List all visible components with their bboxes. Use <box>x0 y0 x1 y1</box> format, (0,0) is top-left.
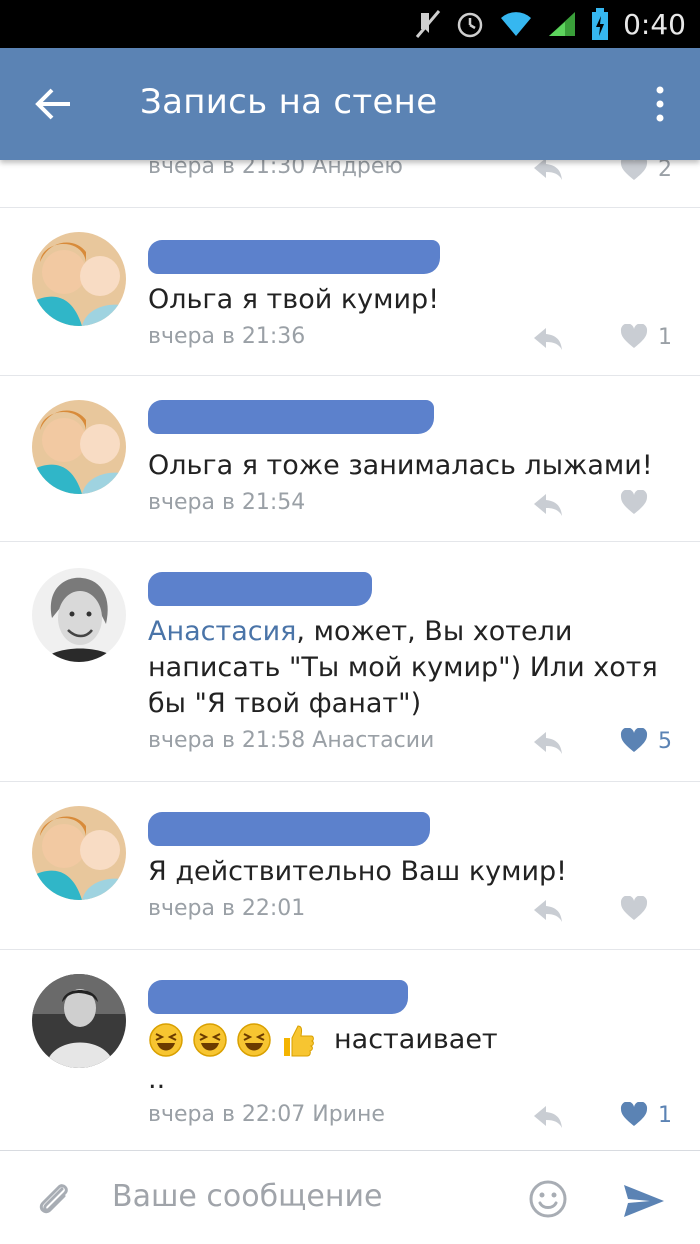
emoji-picker-icon[interactable] <box>528 1179 568 1219</box>
wifi-icon <box>501 12 532 36</box>
battery-icon <box>592 8 609 40</box>
comment-text: Ольга я твой кумир! <box>148 284 440 315</box>
emoji-row: настаивает <box>148 1022 498 1058</box>
reply-icon[interactable] <box>532 730 564 756</box>
thumbs-up-icon <box>284 1025 314 1057</box>
heart-icon <box>620 490 648 514</box>
status-icons: 0:40 <box>415 6 686 42</box>
comment-text-part: , может, Вы хотели <box>296 616 573 647</box>
list-item: Ольга я тоже занималась лыжами! вчера в … <box>0 376 700 542</box>
like-button[interactable]: 1 <box>620 322 672 352</box>
laughing-emoji-icon <box>237 1023 271 1057</box>
comment-meta: вчера в 21:54 <box>148 490 306 515</box>
heart-icon <box>620 728 648 752</box>
like-count: 5 <box>658 728 672 754</box>
avatar[interactable] <box>32 974 126 1068</box>
laughing-emoji-icon <box>149 1023 183 1057</box>
list-item: Я действительно Ваш кумир! вчера в 22:01 <box>0 782 700 950</box>
reply-icon[interactable] <box>532 898 564 924</box>
comment-text-part: написать "Ты мой кумир") Или хотя <box>148 652 658 683</box>
more-options-icon[interactable] <box>650 84 670 124</box>
mention-link[interactable]: Анастасия <box>148 616 296 647</box>
avatar[interactable] <box>32 232 126 326</box>
send-icon[interactable] <box>622 1181 666 1221</box>
like-count: 1 <box>658 1102 672 1128</box>
author-name-redacted[interactable] <box>148 400 434 434</box>
like-button[interactable] <box>620 488 658 518</box>
list-item: настаивает .. вчера в 22:07 Ирине 1 <box>0 950 700 1150</box>
like-button[interactable] <box>620 894 658 924</box>
comment-meta: вчера в 21:58 Анастасии <box>148 728 435 753</box>
heart-icon <box>620 896 648 920</box>
comment-text: настаивает <box>334 1024 498 1055</box>
comment-meta: вчера в 22:01 <box>148 896 306 921</box>
paperclip-icon[interactable] <box>34 1179 74 1219</box>
message-composer: Ваше сообщение <box>0 1150 700 1244</box>
comment-text-part: бы "Я твой фанат") <box>148 688 422 719</box>
like-button[interactable]: 1 <box>620 1100 672 1130</box>
comment-text: Ольга я тоже занималась лыжами! <box>148 450 653 481</box>
heart-icon <box>620 1102 648 1126</box>
signal-icon <box>549 12 576 36</box>
author-name-redacted[interactable] <box>148 980 408 1014</box>
page-title: Запись на стене <box>140 82 438 122</box>
reply-icon[interactable] <box>532 326 564 352</box>
back-arrow-icon[interactable] <box>32 82 76 126</box>
list-item: Ольга я твой кумир! вчера в 21:36 1 <box>0 208 700 376</box>
like-count: 2 <box>658 156 672 182</box>
alarm-icon <box>457 12 483 38</box>
laughing-emoji-icon <box>193 1023 227 1057</box>
avatar[interactable] <box>32 568 126 662</box>
reply-icon[interactable] <box>532 1104 564 1130</box>
comment-text: Я действительно Ваш кумир! <box>148 856 567 887</box>
avatar[interactable] <box>32 806 126 900</box>
heart-icon <box>620 324 648 348</box>
avatar[interactable] <box>32 400 126 494</box>
message-input[interactable]: Ваше сообщение <box>112 1179 382 1214</box>
clock: 0:40 <box>623 7 686 41</box>
mute-icon <box>415 10 441 38</box>
app-header: Запись на стене <box>0 48 700 160</box>
reply-icon[interactable] <box>532 492 564 518</box>
comment-meta: вчера в 21:36 <box>148 324 306 349</box>
comment-meta: вчера в 22:07 Ирине <box>148 1102 385 1127</box>
comment-text: Анастасия, может, Вы хотели написать "Ты… <box>148 614 678 722</box>
author-name-redacted[interactable] <box>148 240 440 274</box>
author-name-redacted[interactable] <box>148 812 430 846</box>
list-item: Анастасия, может, Вы хотели написать "Ты… <box>0 542 700 782</box>
author-name-redacted[interactable] <box>148 572 372 606</box>
comment-partial: вчера в 21:30 Андрею 2 <box>0 154 700 208</box>
status-bar: 0:40 <box>0 0 700 48</box>
comment-text-continuation: .. <box>148 1064 166 1095</box>
like-button[interactable]: 5 <box>620 726 672 756</box>
like-count: 1 <box>658 324 672 350</box>
